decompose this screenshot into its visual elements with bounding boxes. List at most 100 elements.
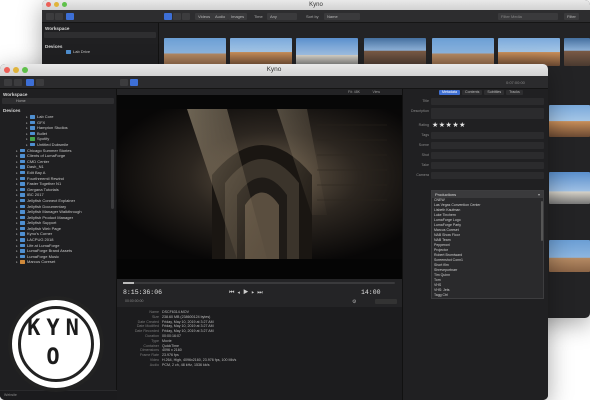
gear-icon[interactable]: ⚙ bbox=[352, 299, 356, 305]
close-window-button[interactable] bbox=[4, 67, 10, 73]
inspector-tab-metadata[interactable]: Metadata bbox=[439, 90, 460, 95]
browser-view-button[interactable] bbox=[120, 79, 128, 86]
back-nav-forward-button[interactable] bbox=[55, 13, 63, 20]
inspector-field-input[interactable] bbox=[431, 131, 544, 139]
filter-videos-button[interactable]: Videos bbox=[195, 13, 214, 20]
sidebar-tree-item-label: Hampton Studios bbox=[37, 125, 68, 131]
skip-forward-icon[interactable]: ⏭ bbox=[257, 290, 265, 296]
player-view-button[interactable] bbox=[130, 79, 138, 86]
media-thumbnail[interactable] bbox=[498, 38, 560, 66]
sidebar-tree-item-label: Edit Bay A bbox=[27, 169, 46, 175]
sidebar-footer-label: Website bbox=[4, 393, 17, 397]
sidebar-tree-item-label: Gergana Tutorials bbox=[27, 186, 59, 192]
back-window-title: Kyno bbox=[309, 2, 323, 8]
folder-icon bbox=[20, 165, 25, 169]
detail-view-button[interactable] bbox=[182, 13, 190, 20]
video-frame[interactable] bbox=[117, 95, 402, 279]
back-device-item[interactable]: Lab Drive bbox=[42, 49, 158, 55]
rating-stars[interactable]: ★★★★★ bbox=[432, 121, 466, 129]
tag-option[interactable]: Tagg Ctrl bbox=[432, 293, 543, 298]
metadata-row: Audio PCM, 2 ch, 48 kHz, 1536 kb/s bbox=[117, 363, 402, 368]
nav-forward-button[interactable] bbox=[14, 79, 22, 86]
folder-icon bbox=[20, 249, 25, 253]
back-traffic-lights bbox=[46, 2, 67, 7]
view-select[interactable]: View bbox=[372, 90, 380, 94]
sidebar-tree-item-label: LumaForge Brand Assets bbox=[27, 248, 73, 254]
media-thumbnail[interactable] bbox=[364, 38, 426, 66]
back-sidebar-toggle-button[interactable] bbox=[66, 13, 74, 20]
media-thumbnail[interactable] bbox=[296, 38, 358, 66]
minimize-window-button[interactable] bbox=[54, 2, 59, 7]
media-thumbnail[interactable] bbox=[564, 38, 590, 66]
inspector-tab-tracks[interactable]: Tracks bbox=[506, 90, 523, 95]
sidebar-tree-item-label: Jellyfish Product Manager bbox=[27, 214, 74, 220]
folder-icon bbox=[20, 232, 25, 236]
transport-controls: ⏮◂▶▸⏭ bbox=[229, 290, 266, 297]
filter-media-search-input[interactable]: Filter Media bbox=[498, 13, 558, 20]
sort-by-label: Sort by bbox=[306, 14, 319, 19]
folder-icon bbox=[30, 137, 35, 141]
inspector-field-input[interactable] bbox=[431, 97, 544, 105]
sidebar-tree-item[interactable]: ▸ Marcus Coreset bbox=[0, 259, 116, 265]
sort-by-select[interactable]: Name bbox=[324, 13, 360, 20]
filter-images-button[interactable]: Images bbox=[228, 13, 248, 20]
filter-time-select[interactable]: Any bbox=[267, 13, 297, 20]
close-window-button[interactable] bbox=[46, 2, 51, 7]
inspector-tab-subtitles[interactable]: Subtitles bbox=[484, 90, 505, 95]
scrubber-track[interactable] bbox=[123, 282, 395, 284]
grid-view-button[interactable] bbox=[164, 13, 172, 20]
tags-dropdown[interactable]: Productions ▾ CNEW Las Vegas Convention C… bbox=[431, 190, 544, 299]
folder-icon bbox=[20, 159, 25, 164]
back-workspace-heading: Workspace bbox=[45, 26, 70, 31]
inspector-field-input[interactable] bbox=[431, 141, 544, 149]
media-thumbnail[interactable] bbox=[164, 38, 226, 66]
export-button[interactable] bbox=[375, 299, 397, 304]
folder-icon bbox=[30, 142, 35, 147]
folder-icon bbox=[20, 170, 25, 175]
list-view-button[interactable] bbox=[173, 13, 181, 20]
sidebar-tree-item-label: Clients of LumaForge bbox=[27, 153, 66, 159]
inspector-field-input[interactable] bbox=[431, 161, 544, 169]
zoom-window-button[interactable] bbox=[62, 2, 67, 7]
media-thumbnail[interactable] bbox=[230, 38, 292, 66]
folder-button[interactable] bbox=[36, 79, 44, 86]
inspector-field-camera: Camera bbox=[403, 170, 548, 180]
sidebar-tree-item-label: CMD Center bbox=[27, 158, 50, 164]
back-nav-back-button[interactable] bbox=[46, 13, 54, 20]
inspector-field-label: Shot bbox=[421, 153, 429, 157]
filter-button[interactable]: Filter bbox=[564, 13, 579, 20]
folder-icon bbox=[20, 204, 25, 208]
folder-icon bbox=[20, 154, 25, 158]
inspector-field-label: Camera bbox=[416, 173, 429, 177]
sidebar-tree-item-label: Jellyfish Web Page bbox=[27, 225, 61, 231]
folder-icon bbox=[20, 238, 25, 242]
tags-dropdown-selected[interactable]: Productions ▾ bbox=[432, 191, 543, 198]
minimize-window-button[interactable] bbox=[13, 67, 19, 73]
zoom-window-button[interactable] bbox=[22, 67, 28, 73]
fit-select[interactable]: Fit: 48K bbox=[348, 90, 360, 94]
media-thumbnail[interactable] bbox=[549, 105, 590, 137]
front-titlebar: Kyno bbox=[0, 64, 548, 76]
inspector-fields: Title Description Rating ★★★★★ Tags Scene Shot… bbox=[403, 96, 548, 180]
media-thumbnail[interactable] bbox=[432, 38, 494, 66]
filter-audio-button[interactable]: Audio bbox=[212, 13, 229, 20]
inspector-field-label: Take bbox=[421, 163, 429, 167]
media-thumbnail[interactable] bbox=[549, 240, 590, 272]
media-thumbnail[interactable] bbox=[549, 172, 590, 204]
inspector-field-title: Title bbox=[403, 96, 548, 106]
sidebar-toggle-button[interactable] bbox=[26, 79, 34, 86]
sidebar-scrollbar[interactable] bbox=[111, 149, 114, 209]
workspace-home-item[interactable]: Home bbox=[2, 98, 114, 104]
duration-readout: 00:00:00:00 bbox=[125, 299, 144, 303]
nav-back-button[interactable] bbox=[4, 79, 12, 86]
inspector-field-input[interactable] bbox=[431, 171, 544, 179]
sidebar-tree-item-label: Jellyfish Connect Explainer bbox=[27, 197, 76, 203]
back-workspace-item[interactable] bbox=[44, 32, 156, 38]
tags-scrollbar[interactable] bbox=[541, 201, 543, 241]
back-toolbar: Videos Audio Images Time Any Sort by Nam… bbox=[42, 10, 590, 23]
inspector-tab-contents[interactable]: Contents bbox=[461, 90, 483, 95]
sidebar-tree-item-label: LACPUG 2018 bbox=[27, 237, 54, 243]
inspector-field-input[interactable] bbox=[431, 107, 544, 119]
devices-heading: Devices bbox=[3, 108, 21, 113]
inspector-field-input[interactable] bbox=[431, 151, 544, 159]
